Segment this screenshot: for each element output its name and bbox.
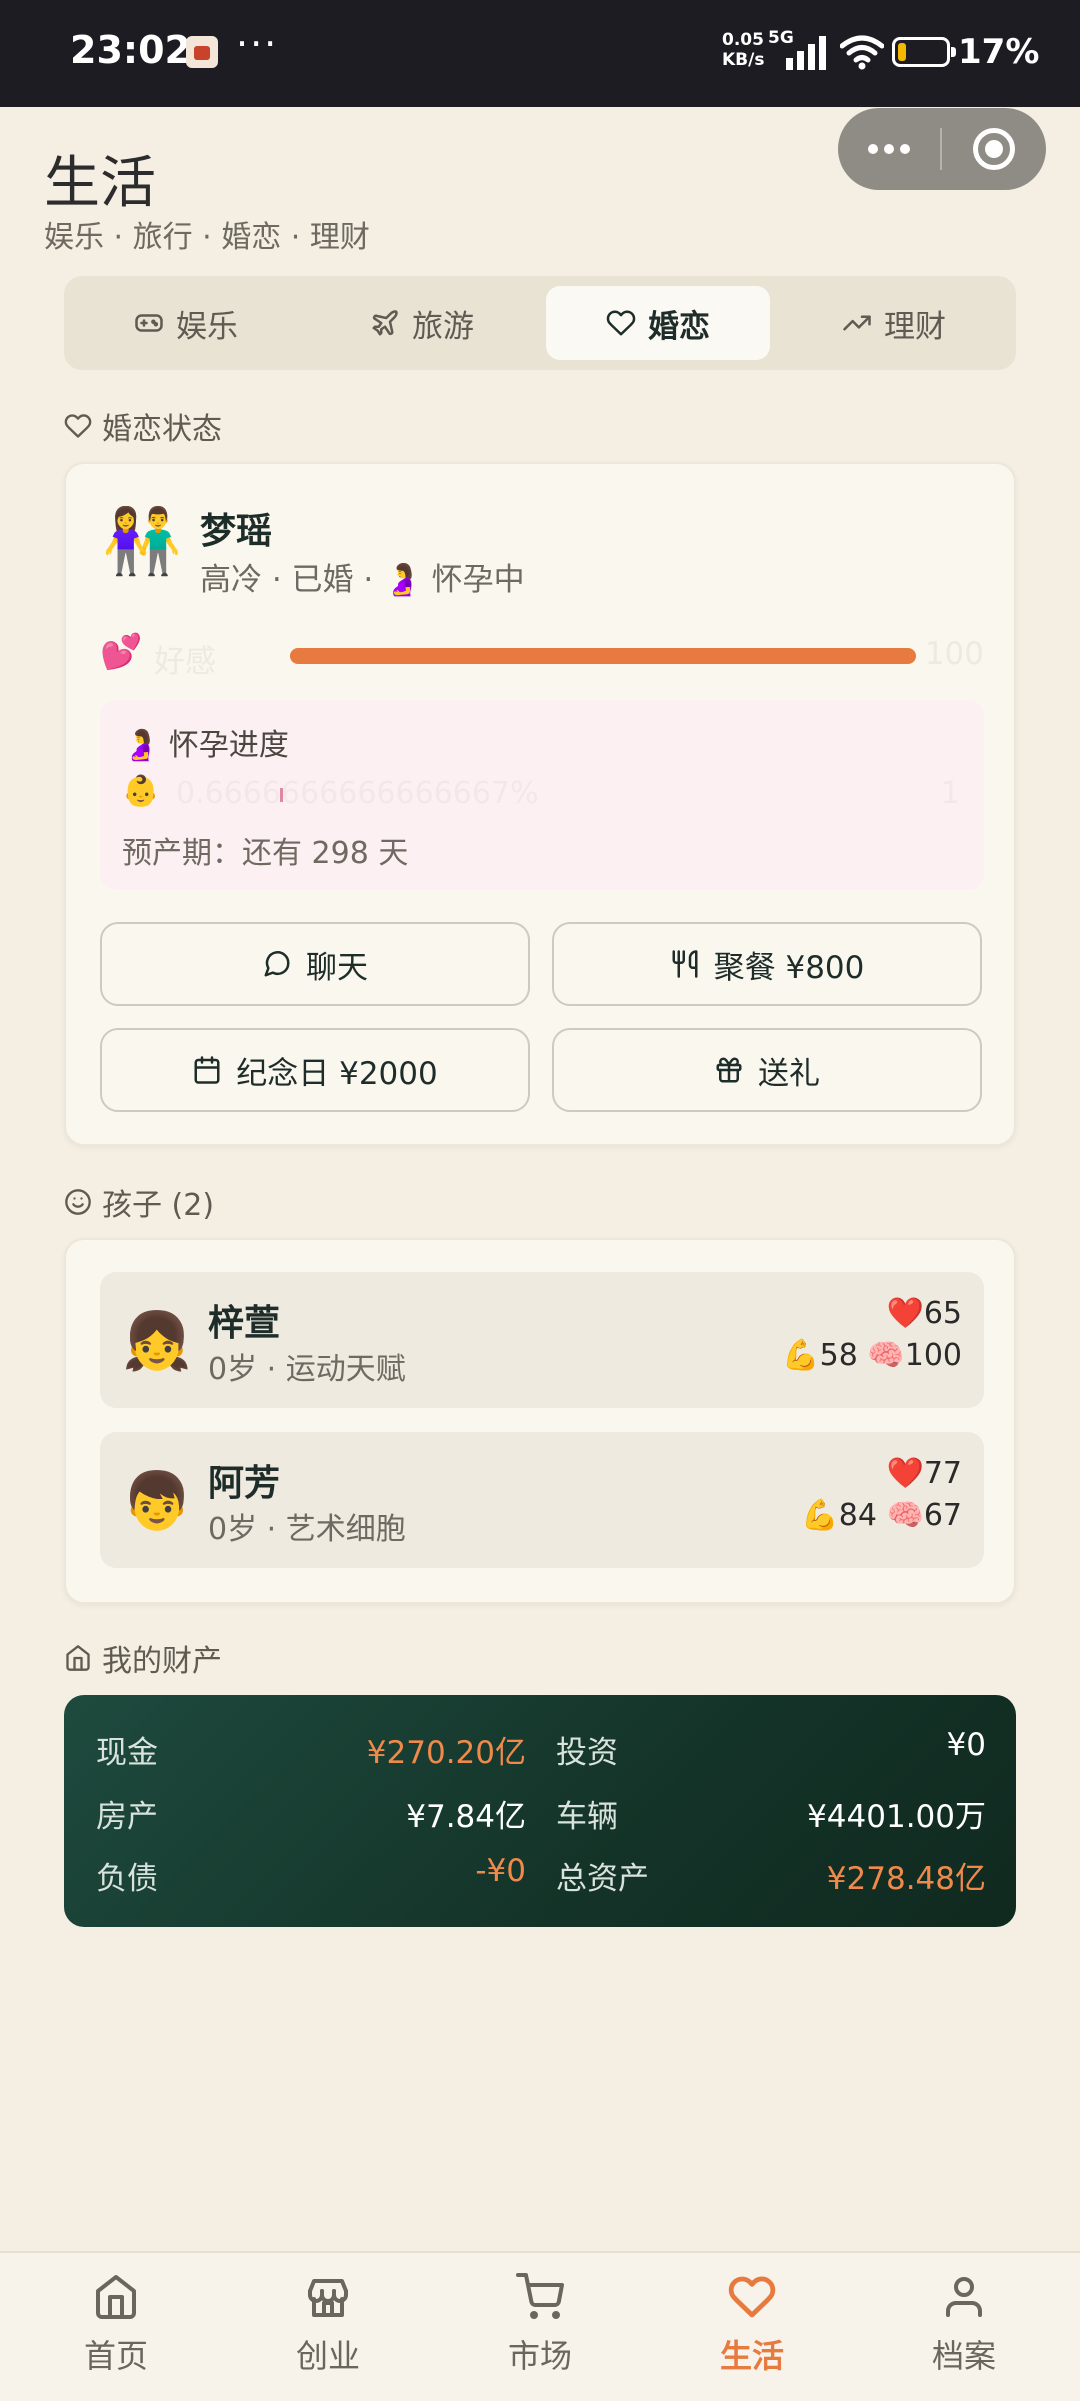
pregnancy-progress-marker	[280, 788, 283, 802]
marriage-section-label: 婚恋状态	[64, 404, 222, 448]
tab-label: 理财	[884, 308, 946, 345]
close-miniprogram-button[interactable]	[973, 128, 1015, 170]
favor-track	[290, 648, 916, 664]
child-item[interactable]: 👦 阿芳 0岁 · 艺术细胞 ❤️77 💪84 🧠67	[100, 1432, 984, 1568]
miniprogram-capsule	[838, 108, 1046, 190]
clock: 23:02	[70, 28, 191, 72]
pregnancy-title: 🤰 怀孕进度	[122, 728, 289, 763]
pregnancy-percent: 0.6666666666666667%	[176, 776, 539, 811]
calendar-icon	[194, 1056, 220, 1084]
tab-finance[interactable]: 理财	[782, 286, 1006, 360]
utensils-icon	[672, 950, 698, 978]
tab-label: 旅游	[412, 308, 474, 345]
due-date: 预产期：还有 298 天	[122, 836, 409, 871]
favor-bar: 💕 好感 100	[100, 624, 984, 684]
tab-label: 婚恋	[648, 308, 710, 345]
child-name: 阿芳	[208, 1463, 281, 1504]
spouse-name: 梦瑶	[200, 511, 273, 552]
nav-profile[interactable]: 档案	[856, 2253, 1072, 2401]
couple-icon: 👫	[102, 505, 182, 579]
nav-market[interactable]: 市场	[432, 2253, 648, 2401]
battery-level: 17%	[958, 32, 1040, 72]
asset-cash: 现金 ¥270.20亿	[96, 1735, 526, 1771]
girl-icon: 👧	[122, 1309, 192, 1374]
more-menu-button[interactable]	[838, 108, 940, 190]
child-meta: 0岁 · 艺术细胞	[208, 1512, 406, 1547]
tab-label: 娱乐	[176, 308, 238, 345]
anniversary-button[interactable]: 纪念日 ¥2000	[100, 1028, 530, 1112]
hearts-icon: 💕	[100, 632, 143, 672]
status-bar: 23:02 ··· 0.05 KB/s 5G 17%	[0, 0, 1080, 107]
pregnancy-progress: 🤰 怀孕进度 👶 0.6666666666666667% 1 预产期：还有 29…	[100, 700, 984, 890]
trending-up-icon	[843, 315, 871, 331]
assets-card: 现金 ¥270.20亿 投资 ¥0 房产 ¥7.84亿 车辆 ¥4401.00万…	[64, 1695, 1016, 1927]
chat-icon	[264, 951, 290, 977]
battery-icon	[892, 37, 956, 67]
asset-property: 房产 ¥7.84亿	[96, 1799, 526, 1835]
child-health: ❤️65	[886, 1296, 962, 1331]
baby-icon: 👶	[122, 774, 160, 809]
boy-icon: 👦	[122, 1469, 192, 1534]
store-icon	[308, 2279, 348, 2317]
assets-section-label: 我的财产	[64, 1636, 222, 1680]
heart-icon	[728, 2276, 776, 2318]
gamepad-icon	[135, 314, 163, 332]
child-stats: 💪58 🧠100	[782, 1338, 962, 1373]
gift-button[interactable]: 送礼	[552, 1028, 982, 1112]
nav-business[interactable]: 创业	[220, 2253, 436, 2401]
cart-icon	[516, 2273, 564, 2319]
app-notification-icon	[186, 36, 218, 68]
child-meta: 0岁 · 运动天赋	[208, 1352, 406, 1387]
children-section-label: 孩子 (2)	[64, 1180, 214, 1224]
wifi-icon	[840, 35, 884, 70]
asset-vehicle: 车辆 ¥4401.00万	[556, 1799, 986, 1835]
heart-icon	[64, 414, 92, 438]
tab-romance[interactable]: 婚恋	[546, 286, 770, 360]
chat-button[interactable]: 聊天	[100, 922, 530, 1006]
gift-icon	[716, 1057, 742, 1083]
asset-debt: 负债 -¥0	[96, 1853, 526, 1897]
favor-fill	[290, 648, 916, 664]
favor-label: 好感	[154, 644, 216, 680]
dinner-button[interactable]: 聚餐 ¥800	[552, 922, 982, 1006]
more-notifications: ···	[236, 22, 279, 66]
pregnancy-value: 1	[940, 776, 960, 811]
spouse-meta: 高冷 · 已婚 · 🤰 怀孕中	[200, 562, 525, 598]
signal-icon	[786, 36, 826, 70]
tab-entertainment[interactable]: 娱乐	[74, 286, 298, 360]
category-tabs: 娱乐 旅游 婚恋 理财	[64, 276, 1016, 370]
asset-total: 总资产 ¥278.48亿	[556, 1861, 986, 1897]
child-item[interactable]: 👧 梓萱 0岁 · 运动天赋 ❤️65 💪58 🧠100	[100, 1272, 984, 1408]
marriage-card: 👫 梦瑶 高冷 · 已婚 · 🤰 怀孕中 💕 好感 100 🤰 怀孕进度 👶 0…	[64, 462, 1016, 1146]
nav-home[interactable]: 首页	[8, 2253, 224, 2401]
asset-investment: 投资 ¥0	[556, 1727, 986, 1771]
children-card: 👧 梓萱 0岁 · 运动天赋 ❤️65 💪58 🧠100 👦 阿芳 0岁 · 艺…	[64, 1238, 1016, 1604]
net-speed: 0.05 KB/s	[722, 30, 765, 70]
page-title: 生活	[44, 151, 156, 216]
tab-travel[interactable]: 旅游	[310, 286, 534, 360]
child-name: 梓萱	[208, 1303, 281, 1344]
nav-life[interactable]: 生活	[644, 2253, 860, 2401]
smile-icon	[65, 1189, 91, 1215]
home-icon	[66, 1645, 90, 1671]
child-stats: 💪84 🧠67	[801, 1498, 962, 1533]
plane-icon	[372, 310, 398, 336]
bottom-nav: 首页 创业 市场 生活 档案	[0, 2251, 1080, 2401]
favor-value: 100	[924, 636, 984, 672]
heart-icon	[606, 310, 636, 336]
home-icon	[96, 2275, 136, 2319]
child-health: ❤️77	[886, 1456, 962, 1491]
page-subtitle: 娱乐 · 旅行 · 婚恋 · 理财	[44, 220, 370, 255]
user-icon	[946, 2277, 982, 2317]
